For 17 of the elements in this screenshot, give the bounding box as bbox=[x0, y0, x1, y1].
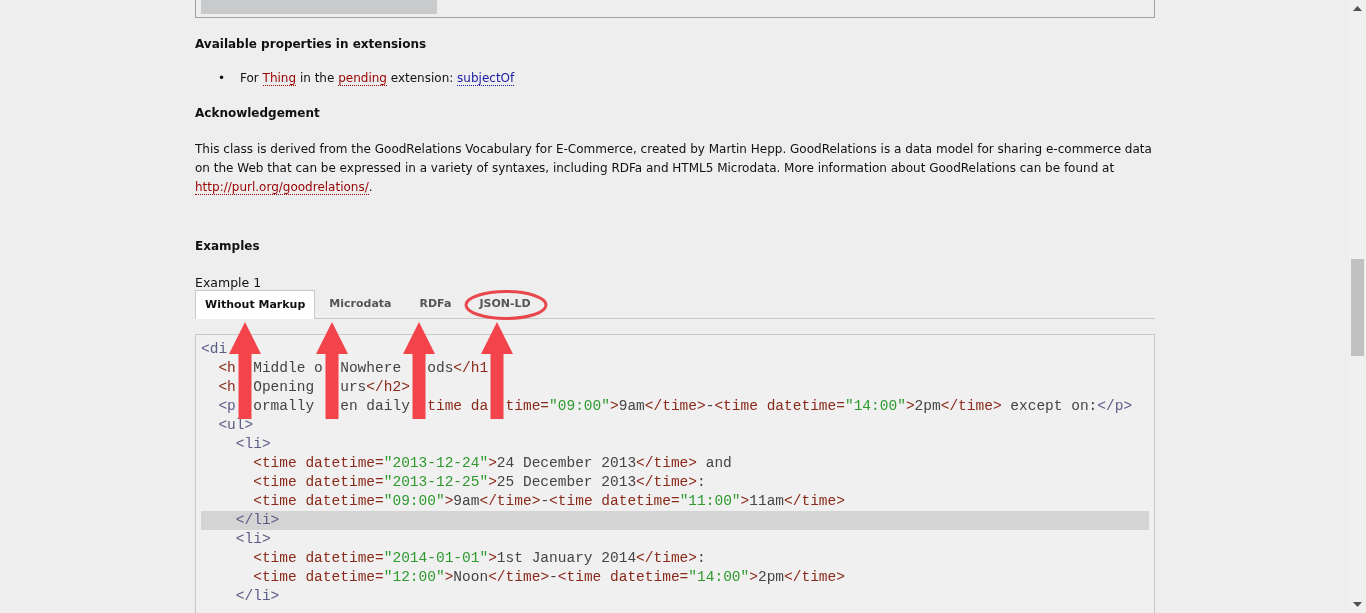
tab[interactable]: Without Markup bbox=[195, 290, 316, 319]
section-heading: Available properties in extensions bbox=[195, 36, 428, 52]
text-link[interactable]: pending bbox=[338, 71, 387, 86]
section-heading: Acknowledgement bbox=[195, 105, 321, 121]
section-heading: Examples bbox=[195, 238, 261, 254]
tab[interactable]: RDFa bbox=[410, 290, 461, 319]
tab[interactable]: Microdata bbox=[320, 290, 401, 319]
scroll-down-icon[interactable] bbox=[1353, 602, 1362, 607]
paragraph: This class is derived from the GoodRelations Vocabulary for E-Commerce, created by Martin Hepp. GoodRelations is a data model for sharing e-commerce data on the Web that can be expressed in a variety of syntaxes, including RDFa and HTML5 Microdata. More information about GoodRelations can be found at http://purl.org/goodrelations/. bbox=[195, 141, 1153, 197]
text-link[interactable]: subjectOf bbox=[457, 71, 515, 86]
text-link[interactable]: Thing bbox=[262, 71, 297, 86]
text-link[interactable]: http://purl.org/goodrelations/ bbox=[195, 180, 369, 195]
list-item: For Thing in the pending extension: subjectOf bbox=[240, 70, 515, 88]
example-label: Example 1 bbox=[195, 276, 263, 290]
scroll-up-icon[interactable] bbox=[1353, 6, 1362, 11]
scrollbar-thumb[interactable] bbox=[1351, 259, 1364, 356]
bullet-marker: • bbox=[218, 70, 227, 87]
